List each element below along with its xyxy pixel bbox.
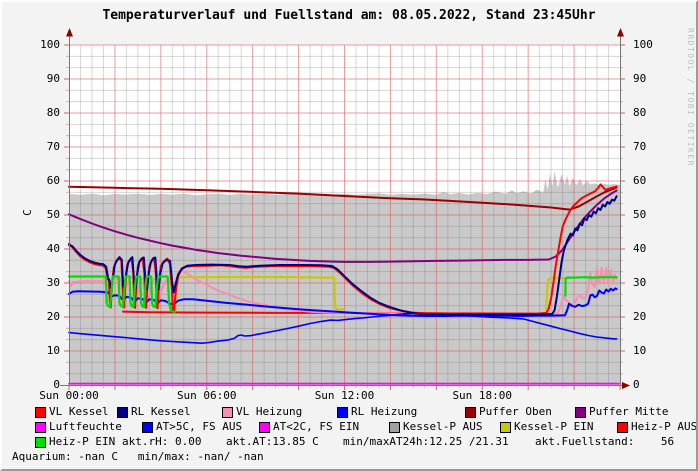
legend-swatch-kessel-p-ein xyxy=(500,422,511,433)
y-tick-label-right-100: 100 xyxy=(633,39,673,51)
legend-swatch-vl-heizung xyxy=(222,407,233,418)
y-tick-label-left-20: 20 xyxy=(20,311,60,323)
x-tick-label-6: Sun 06:00 xyxy=(167,390,247,402)
legend-label-akt-rh-0-00: akt.rH: 0.00 xyxy=(122,436,201,448)
legend-swatch-puffer-oben xyxy=(465,407,476,418)
legend-swatch-rl-kessel xyxy=(117,407,128,418)
x-tick-label-12: Sun 12:00 xyxy=(305,390,385,402)
y-tick-label-left-80: 80 xyxy=(20,107,60,119)
y-tick-label-right-40: 40 xyxy=(633,243,673,255)
y-tick-label-left-50: 50 xyxy=(20,209,60,221)
legend-label-min-maxat24h-12-25-21-3: min/maxAT24h:12.25 /21.31 xyxy=(343,436,509,448)
y-tick-label-right-70: 70 xyxy=(633,141,673,153)
legend-swatch-luftfeuchte xyxy=(35,422,46,433)
y-axis-arrow-left xyxy=(66,28,73,37)
legend-swatch-puffer-mitte xyxy=(575,407,586,418)
y-tick-label-right-20: 20 xyxy=(633,311,673,323)
legend-label-vl-heizung: VL Heizung xyxy=(236,406,302,418)
y-tick-label-right-80: 80 xyxy=(633,107,673,119)
y-tick-label-left-60: 60 xyxy=(20,175,60,187)
legend-swatch-heiz-p-aus xyxy=(617,422,628,433)
legend-label-rl-heizung: RL Heizung xyxy=(351,406,417,418)
legend-swatch-vl-kessel xyxy=(35,407,46,418)
legend-label-kessel-p-ein: Kessel-P EIN xyxy=(514,421,593,433)
legend-label-at-2c-fs-ein: AT<2C, FS EIN xyxy=(273,421,359,433)
legend-label-kessel-p-aus: Kessel-P AUS xyxy=(403,421,482,433)
y-tick-label-left-90: 90 xyxy=(20,73,60,85)
x-tick-label-18: Sun 18:00 xyxy=(442,390,522,402)
legend-swatch-kessel-p-aus xyxy=(389,422,400,433)
legend-label-puffer-mitte: Puffer Mitte xyxy=(589,406,668,418)
y-tick-label-left-40: 40 xyxy=(20,243,60,255)
legend-label-aquarium-nan-c-min-m: Aquarium: -nan C min/max: -nan/ -nan xyxy=(12,451,264,463)
legend-swatch-rl-heizung xyxy=(337,407,348,418)
legend-swatch-heiz-p-ein xyxy=(35,437,46,448)
legend-label-rl-kessel: RL Kessel xyxy=(131,406,191,418)
legend-label-vl-kessel: VL Kessel xyxy=(49,406,109,418)
legend-label-puffer-oben: Puffer Oben xyxy=(479,406,552,418)
legend-label-heiz-p-aus: Heiz-P AUS xyxy=(631,421,697,433)
y-tick-label-right-90: 90 xyxy=(633,73,673,85)
legend-swatch-at-5c-fs-aus xyxy=(142,422,153,433)
y-tick-label-left-100: 100 xyxy=(20,39,60,51)
x-tick-label-0: Sun 00:00 xyxy=(29,390,109,402)
y-tick-label-right-30: 30 xyxy=(633,277,673,289)
y-tick-label-right-60: 60 xyxy=(633,175,673,187)
rrdtool-graph: Temperaturverlauf und Fuellstand am: 08.… xyxy=(0,0,698,471)
y-tick-label-right-10: 10 xyxy=(633,345,673,357)
y-axis-arrow-right xyxy=(617,28,624,37)
y-tick-label-left-70: 70 xyxy=(20,141,60,153)
y-tick-label-right-0: 0 xyxy=(633,379,673,391)
y-tick-label-left-10: 10 xyxy=(20,345,60,357)
y-tick-label-left-30: 30 xyxy=(20,277,60,289)
legend-label-akt-fuellstand-56: akt.Fuellstand: 56 xyxy=(535,436,674,448)
legend-swatch-at-2c-fs-ein xyxy=(259,422,270,433)
legend-label-heiz-p-ein: Heiz-P EIN xyxy=(49,436,115,448)
legend-label-luftfeuchte: Luftfeuchte xyxy=(49,421,122,433)
x-axis-arrow xyxy=(622,382,630,389)
legend-label-akt-at-13-85-c: akt.AT:13.85 C xyxy=(226,436,319,448)
legend-label-at-5c-fs-aus: AT>5C, FS AUS xyxy=(156,421,242,433)
y-tick-label-right-50: 50 xyxy=(633,209,673,221)
